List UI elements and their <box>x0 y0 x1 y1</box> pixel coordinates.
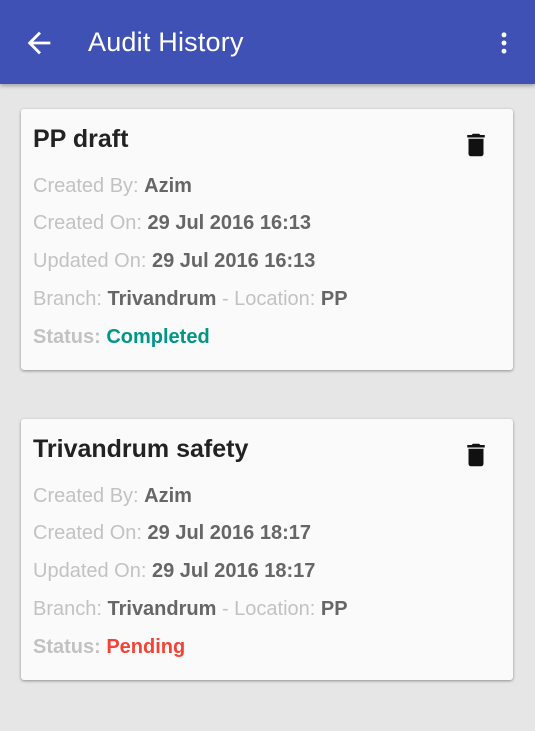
status-value: Completed <box>106 326 210 348</box>
branch-value: Trivandrum <box>107 598 217 620</box>
branch-value: Trivandrum <box>107 288 217 310</box>
created-on-label: Created On: <box>33 212 148 234</box>
branch-row: Branch: Trivandrum - Location: PP <box>33 288 348 311</box>
location-value: PP <box>320 598 348 620</box>
created-by-row: Created By: Azim <box>33 485 192 508</box>
more-vert-icon[interactable] <box>490 26 518 60</box>
updated-on-label: Updated On: <box>33 250 152 272</box>
created-on-label: Created On: <box>33 522 148 544</box>
delete-icon[interactable] <box>461 129 491 161</box>
created-on-value: 29 Jul 2016 16:13 <box>147 212 311 234</box>
arrow-back-icon[interactable] <box>22 26 56 60</box>
created-by-row: Created By: Azim <box>33 175 192 198</box>
branch-label: Branch: <box>33 598 108 620</box>
branch-row: Branch: Trivandrum - Location: PP <box>33 598 348 621</box>
delete-icon[interactable] <box>461 439 491 471</box>
status-value: Pending <box>106 636 186 658</box>
audit-title: Trivandrum safety <box>33 435 249 463</box>
status-label: Status: <box>33 636 107 658</box>
created-by-label: Created By: <box>33 485 145 507</box>
status-row: Status: Completed <box>33 326 210 349</box>
created-on-row: Created On: 29 Jul 2016 18:17 <box>33 522 311 545</box>
updated-on-row: Updated On: 29 Jul 2016 18:17 <box>33 560 315 583</box>
status-row: Status: Pending <box>33 636 185 659</box>
location-label: - Location: <box>216 598 321 620</box>
audit-card[interactable]: PP draft Created By: Azim Created On: 29… <box>21 109 513 370</box>
page-title: Audit History <box>88 27 244 57</box>
created-on-value: 29 Jul 2016 18:17 <box>147 522 311 544</box>
created-by-value: Azim <box>144 485 192 507</box>
audit-title: PP draft <box>33 125 129 153</box>
updated-on-value: 29 Jul 2016 18:17 <box>151 560 316 582</box>
created-on-row: Created On: 29 Jul 2016 16:13 <box>33 212 311 235</box>
location-value: PP <box>320 288 348 310</box>
location-label: - Location: <box>216 288 321 310</box>
created-by-label: Created By: <box>33 175 145 197</box>
updated-on-label: Updated On: <box>33 560 152 582</box>
updated-on-value: 29 Jul 2016 16:13 <box>151 250 316 272</box>
branch-label: Branch: <box>33 288 108 310</box>
updated-on-row: Updated On: 29 Jul 2016 16:13 <box>33 250 315 273</box>
app-bar: Audit History <box>0 0 535 84</box>
status-label: Status: <box>33 326 107 348</box>
audit-card[interactable]: Trivandrum safety Created By: Azim Creat… <box>21 419 513 680</box>
created-by-value: Azim <box>144 175 192 197</box>
